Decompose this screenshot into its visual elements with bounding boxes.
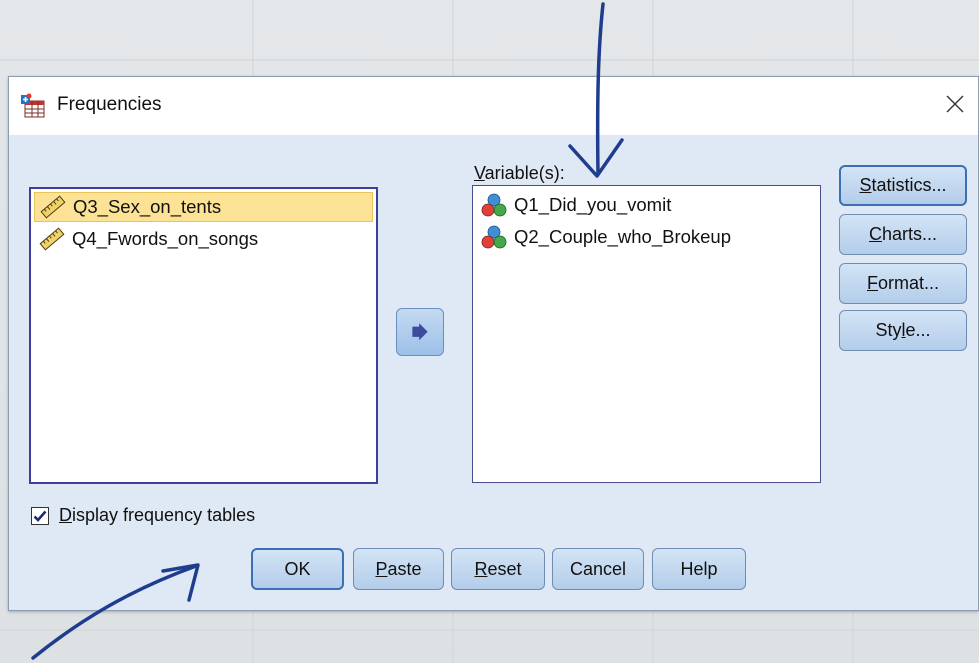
charts-button[interactable]: Charts... <box>839 214 967 255</box>
dialog-title: Frequencies <box>57 94 162 115</box>
display-frequency-tables-option[interactable]: Display frequency tables <box>31 505 255 526</box>
list-item[interactable]: Q1_Did_you_vomit <box>476 190 671 220</box>
ruler-icon <box>40 195 66 219</box>
target-variable-list[interactable]: Q1_Did_you_vomit Q2_Couple_who_Brokeup <box>472 185 821 483</box>
ruler-icon <box>39 227 65 251</box>
reset-button[interactable]: Reset <box>451 548 545 590</box>
variables-list-label: Variable(s): <box>474 163 565 183</box>
source-variable-list[interactable]: Q3_Sex_on_tents Q4_Fwords_on_songs <box>29 187 378 484</box>
nominal-variable-icon <box>481 193 507 217</box>
list-item-label: Q4_Fwords_on_songs <box>72 228 259 249</box>
nominal-variable-icon <box>481 225 507 249</box>
move-variable-button[interactable] <box>396 308 444 356</box>
checkbox-label: Display frequency tables <box>59 505 256 525</box>
title-bar[interactable]: Frequencies <box>9 77 978 135</box>
list-item-label: Q3_Sex_on_tents <box>73 196 222 217</box>
frequencies-app-icon <box>21 93 45 118</box>
ok-button[interactable]: OK <box>251 548 344 590</box>
statistics-button[interactable]: Statistics... <box>839 165 967 206</box>
cancel-button[interactable]: Cancel <box>552 548 644 590</box>
close-icon <box>946 95 964 113</box>
style-button[interactable]: Sty l e... <box>839 310 967 351</box>
checkmark-icon <box>33 510 47 522</box>
list-item[interactable]: Q3_Sex_on_tents <box>34 192 373 222</box>
frequencies-dialog: Frequencies Q3_Sex_on_tents Q4_Fwords_on… <box>8 76 979 611</box>
display-frequency-tables-checkbox[interactable] <box>31 506 49 525</box>
list-item-label: Q2_Couple_who_Brokeup <box>514 226 732 247</box>
help-button[interactable]: Help <box>652 548 746 590</box>
arrow-right-icon <box>412 323 428 341</box>
close-button[interactable] <box>938 87 972 121</box>
list-item[interactable]: Q2_Couple_who_Brokeup <box>476 222 731 252</box>
list-item-label: Q1_Did_you_vomit <box>514 194 672 215</box>
paste-button[interactable]: Paste <box>353 548 444 590</box>
format-button[interactable]: Format... <box>839 263 967 304</box>
list-item[interactable]: Q4_Fwords_on_songs <box>34 224 258 254</box>
